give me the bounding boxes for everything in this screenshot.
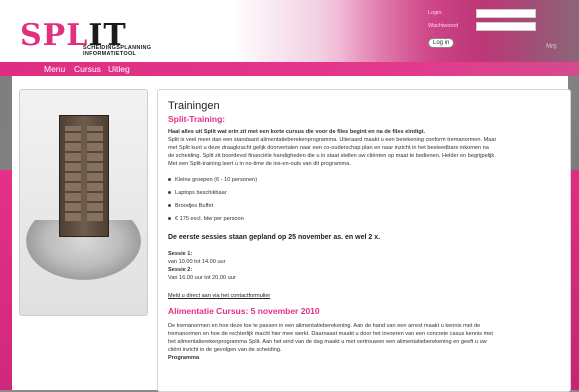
- site-header: SPLIT SCHEIDINGSPLANNING INFORMATIETOOL …: [0, 0, 579, 62]
- nav-item-menu[interactable]: Menu: [44, 64, 65, 74]
- list-item: Kleine groepen (6 - 10 personen): [168, 177, 257, 183]
- bullet-icon: [168, 204, 171, 208]
- session2-time: Van 16.00 uur tot 20.00 uur: [168, 275, 236, 281]
- section-subtitle: Split-Training:: [168, 114, 226, 124]
- header-photo: [340, 0, 579, 62]
- course-heading: Alimentatie Cursus: 5 november 2010: [168, 306, 320, 316]
- list-item: Broodjes Buffet: [168, 203, 213, 209]
- list-item: € 175 excl. btw per persoon: [168, 216, 244, 222]
- logo-main-text: SPL: [20, 18, 89, 53]
- bullet-icon: [168, 178, 171, 182]
- session1-label: Sessie 1:: [168, 251, 193, 257]
- nav-item-cursus[interactable]: Cursus: [74, 64, 101, 74]
- intro-line: de scheiding. Split zit boordevol financ…: [168, 153, 496, 159]
- cabinet-shape: [59, 115, 109, 237]
- intro-bold: Haal alles uit Split wat erin zit met ee…: [168, 129, 426, 135]
- login-input[interactable]: [476, 9, 536, 18]
- password-input[interactable]: [476, 22, 536, 31]
- intro-line: met Split kunt u deze draagkracht gelijk…: [168, 145, 489, 151]
- login-button[interactable]: Log in: [428, 38, 455, 48]
- logo-subtitle-line2: INFORMATIETOOL: [83, 51, 137, 57]
- list-item-text: Broodjes Buffet: [175, 203, 214, 209]
- list-item: Laptops beschikbaar: [168, 190, 227, 196]
- main-nav: Menu Cursus Uitleg: [0, 62, 579, 76]
- program-label: Programma: [168, 355, 200, 361]
- page-title: Trainingen: [168, 100, 220, 112]
- session1-time: van 10.00 tot 14.00 uur: [168, 259, 226, 265]
- contact-form-link[interactable]: Meld u direct aan via het contactformuli…: [168, 293, 270, 299]
- intro-line: Met een Split-training leert u in no-tim…: [168, 161, 351, 167]
- nav-item-uitleg[interactable]: Uitleg: [108, 64, 130, 74]
- main-content: Trainingen Split-Training: Haal alles ui…: [157, 89, 571, 392]
- course-line: De tremanormen en hoe deze toe te passen…: [168, 323, 481, 329]
- list-item-text: Laptops beschikbaar: [175, 190, 227, 196]
- login-label: Login: [428, 10, 442, 16]
- logo-subtitle: SCHEIDINGSPLANNING INFORMATIETOOL: [83, 45, 151, 57]
- cabinet-photo: [19, 89, 148, 316]
- sessions-heading: De eerste sessies staan gepland op 25 no…: [168, 234, 381, 241]
- intro-line: Split is veel meer dan een standaard ali…: [168, 137, 497, 143]
- course-line: cliënt inzicht in de gevolgen van de sch…: [168, 347, 282, 353]
- course-line: het alimentatierekenprogramma Split. Aan…: [168, 339, 487, 345]
- bullet-icon: [168, 191, 171, 195]
- session2-label: Sessie 2:: [168, 267, 193, 273]
- list-item-text: Kleine groepen (6 - 10 personen): [175, 177, 258, 183]
- list-item-text: € 175 excl. btw per persoon: [175, 216, 244, 222]
- header-deco-text: MIS: [545, 43, 557, 51]
- password-label: Wachtwoord: [428, 23, 459, 29]
- course-line: tremanormen en hoe de rechterlijk macht …: [168, 331, 493, 337]
- bullet-icon: [168, 217, 171, 221]
